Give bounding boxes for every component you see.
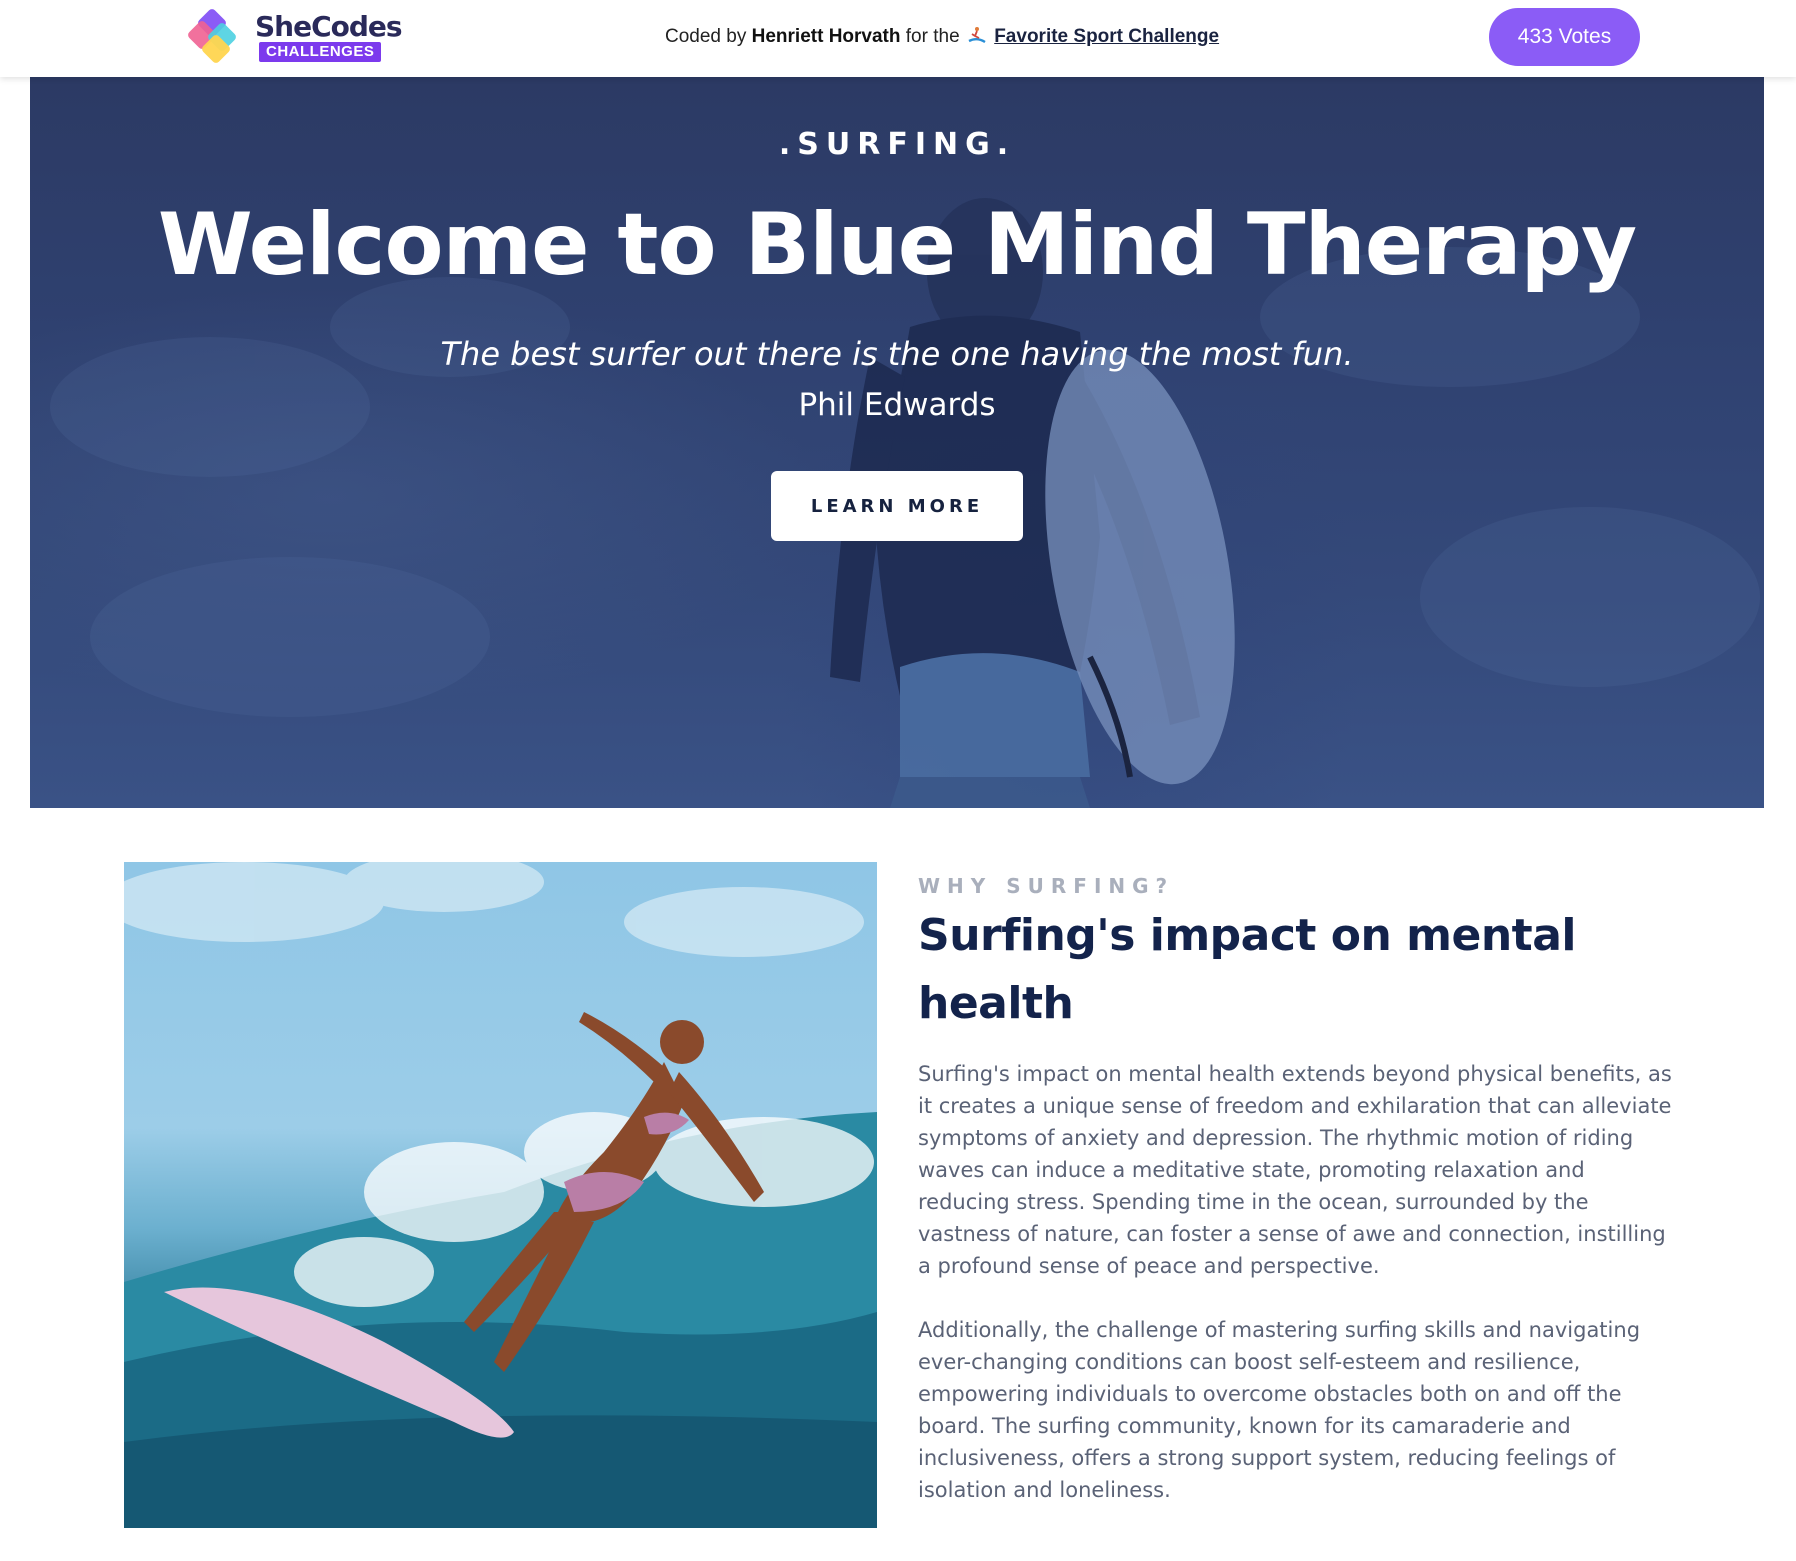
hero-background-image	[50, 198, 1760, 808]
credit-author: Henriett Horvath	[751, 26, 901, 47]
section-kicker: WHY SURFING?	[918, 874, 1175, 898]
section-paragraph-2: Additionally, the challenge of mastering…	[918, 1318, 1641, 1502]
surfer-illustration	[124, 862, 877, 1528]
section-title: Surfing's impact on mental health	[918, 910, 1576, 1029]
top-bar: SheCodes CHALLENGES Coded by Henriett Ho…	[0, 0, 1796, 77]
credit-line: Coded by Henriett Horvath for the Favori…	[665, 24, 1219, 50]
hero-title: Welcome to Blue Mind Therapy	[157, 195, 1637, 295]
learn-more-button[interactable]: LEARN MORE	[771, 471, 1023, 541]
quote-author: Phil Edwards	[798, 387, 996, 423]
logo-badge: CHALLENGES	[259, 42, 382, 62]
surfer-icon	[968, 27, 986, 44]
challenge-link[interactable]: Favorite Sport Challenge	[994, 26, 1219, 47]
logo-icon	[188, 9, 236, 63]
surfer-photo	[124, 862, 877, 1528]
credit-prefix: Coded by	[665, 26, 747, 47]
section-paragraph-1: Surfing's impact on mental health extend…	[918, 1062, 1672, 1278]
hero-banner: .SURFING. Welcome to Blue Mind Therapy T…	[30, 77, 1764, 808]
hero-eyebrow: .SURFING.	[778, 127, 1016, 162]
hero-quote: The best surfer out there is the one hav…	[440, 335, 1354, 373]
votes-button[interactable]: 433 Votes	[1489, 8, 1640, 66]
logo-wordmark: SheCodes	[255, 10, 403, 43]
credit-middle: for the	[905, 26, 960, 47]
shecodes-logo[interactable]: SheCodes CHALLENGES	[187, 8, 403, 68]
